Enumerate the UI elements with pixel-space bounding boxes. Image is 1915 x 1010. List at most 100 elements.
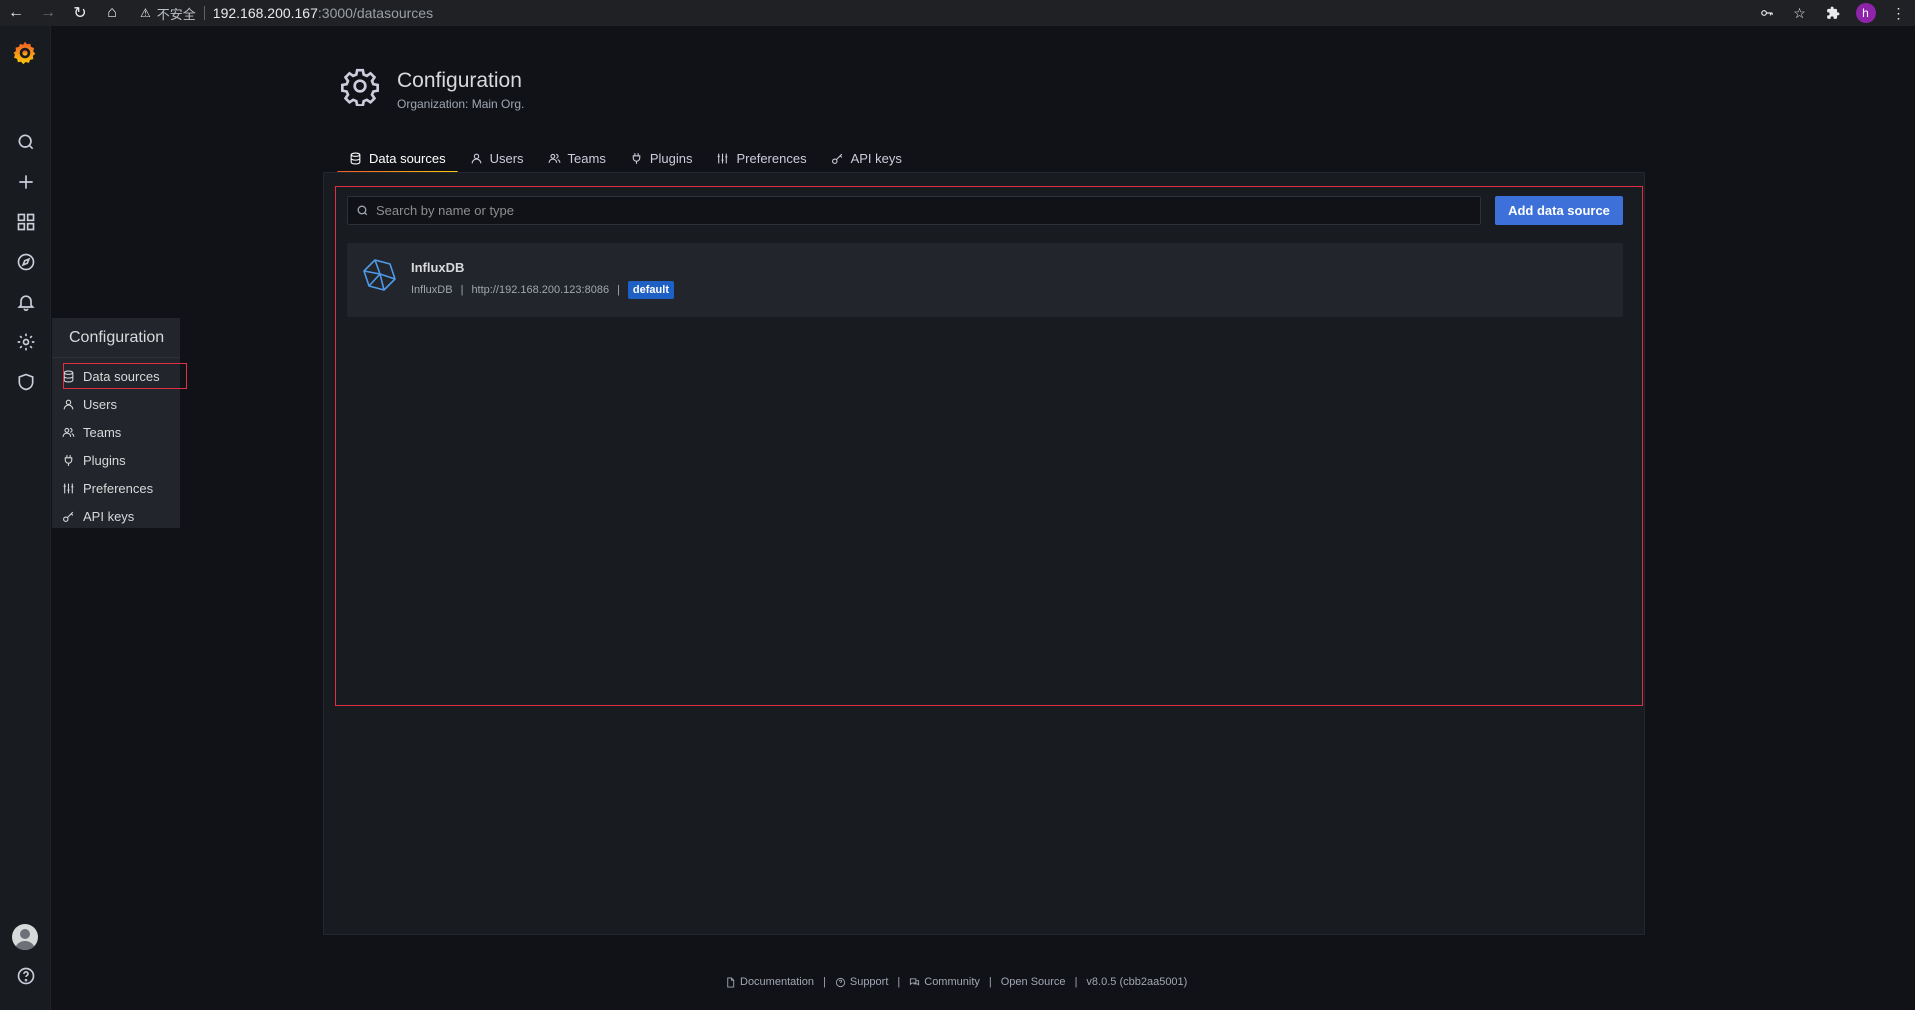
influxdb-logo-icon [363,259,396,291]
user-icon [471,153,481,163]
sidebar-item-create[interactable] [0,162,51,202]
tab-preferences[interactable]: Preferences [704,144,818,172]
community-label: Community [924,976,980,988]
compass-icon [17,253,34,271]
flyout-item-preferences[interactable]: Preferences [52,474,180,502]
user-icon [63,399,74,409]
question-circle-icon [835,977,845,987]
user-avatar[interactable] [12,924,38,950]
security-label: 不安全 [156,6,196,22]
bell-icon [16,295,35,312]
flyout-item-label: Data sources [83,368,160,384]
question-circle-icon [17,967,34,985]
add-data-source-button[interactable]: Add data source [1495,196,1623,225]
search-field[interactable] [347,196,1481,225]
community-link[interactable]: Community [909,976,980,988]
tab-bar: Data sources Users Teams Plugins Prefere… [337,144,914,174]
sidebar-item-search[interactable] [0,122,51,162]
sidebar-item-configuration[interactable] [0,322,51,362]
browser-toolbar: ← → ↻ ⌂ ⚠ 不安全 192.168.200.167 :3000/data… [0,0,1915,26]
default-badge: default [627,281,674,299]
home-button[interactable]: ⌂ [96,0,128,26]
tab-label: API keys [850,150,902,166]
separator: | [988,976,992,988]
comments-icon [910,977,920,986]
sidebar-item-explore[interactable] [0,242,51,282]
sliders-icon [63,483,74,493]
separator: | [1074,976,1078,988]
back-button[interactable]: ← [0,0,32,26]
database-icon [63,370,74,382]
key-icon[interactable] [1750,0,1783,26]
divider [203,6,205,20]
grafana-logo-icon[interactable] [12,40,38,66]
tab-teams[interactable]: Teams [536,144,618,172]
menu-icon[interactable]: ⋮ [1882,0,1915,26]
warning-icon: ⚠ [140,6,151,20]
search-icon [357,205,368,216]
tab-label: Data sources [369,150,446,166]
flyout-item-plugins[interactable]: Plugins [52,446,180,474]
documentation-link[interactable]: Documentation [725,976,814,988]
forward-button[interactable]: → [32,0,64,26]
data-source-meta: InfluxDB | http://192.168.200.123:8086 |… [411,280,674,300]
bookmark-star-icon[interactable]: ☆ [1783,0,1816,26]
sliders-icon [718,153,728,163]
open-source-label: Open Source [1000,976,1066,988]
plug-icon [64,454,73,466]
tab-label: Plugins [649,150,693,166]
flyout-item-users[interactable]: Users [52,390,180,418]
data-source-url: http://192.168.200.123:8086 [471,284,610,296]
flyout-title[interactable]: Configuration [52,318,180,358]
cog-icon [17,333,34,351]
search-icon [18,134,33,150]
key-icon [63,511,74,522]
sidebar-item-help[interactable] [0,956,51,996]
separator: | [617,284,620,296]
tab-users[interactable]: Users [458,144,536,172]
users-icon [548,153,561,163]
search-input[interactable] [376,203,1476,218]
sidebar-item-server-admin[interactable] [0,362,51,402]
flyout-item-label: Teams [83,424,122,440]
address-bar[interactable]: ⚠ 不安全 192.168.200.167 :3000/datasources [140,1,1765,25]
tab-data-sources[interactable]: Data sources [337,144,458,174]
data-source-card[interactable]: InfluxDB InfluxDB | http://192.168.200.1… [347,243,1623,317]
url-host: 192.168.200.167 [212,5,318,21]
open-source-link[interactable]: Open Source [1001,976,1066,988]
configuration-flyout: Configuration Data sources Users Teams P… [52,318,187,530]
tab-label: Users [489,150,524,166]
flyout-item-label: API keys [83,508,135,524]
documentation-label: Documentation [740,976,814,988]
tab-plugins[interactable]: Plugins [618,144,705,172]
flyout-item-teams[interactable]: Teams [52,418,180,446]
flyout-item-data-sources[interactable]: Data sources [62,362,188,390]
users-icon [62,427,75,437]
shield-icon [18,373,33,391]
extensions-icon[interactable] [1816,0,1849,26]
version-label: v8.0.5 (cbb2aa5001) [1086,976,1188,988]
key-icon [831,153,842,164]
tab-api-keys[interactable]: API keys [819,144,914,172]
flyout-item-label: Plugins [83,452,126,468]
plug-icon [632,152,641,164]
plus-icon [18,175,33,189]
flyout-item-api-keys[interactable]: API keys [52,502,180,530]
data-source-name: InfluxDB [411,260,465,275]
separator: | [897,976,901,988]
reload-button[interactable]: ↻ [64,0,96,26]
page-subtitle: Organization: Main Org. [397,97,525,111]
separator: | [460,284,464,296]
tab-label: Teams [567,150,606,166]
separator: | [823,976,826,988]
side-menu [0,26,51,1010]
sidebar-item-alerting[interactable] [0,282,51,322]
database-icon [350,152,361,164]
support-link[interactable]: Support [835,976,888,988]
version-link[interactable]: v8.0.5 (cbb2aa5001) [1086,976,1187,988]
profile-button[interactable]: h [1849,0,1882,26]
profile-avatar: h [1855,3,1876,23]
sidebar-item-dashboards[interactable] [0,202,51,242]
apps-icon [17,213,34,231]
flyout-item-label: Users [83,396,117,412]
